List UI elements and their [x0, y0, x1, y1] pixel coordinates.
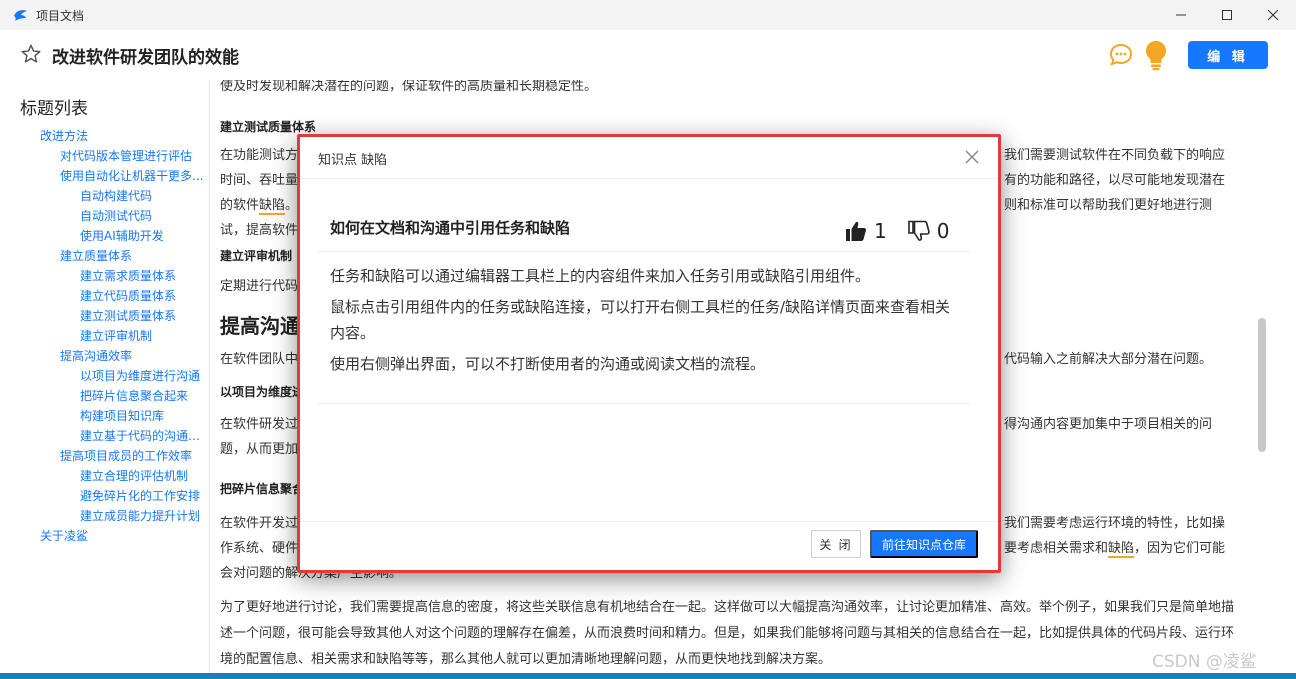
- paragraph-fragment: 试，提高软件: [220, 223, 299, 238]
- defect-highlight[interactable]: 缺陷: [1108, 541, 1135, 558]
- defect-highlight[interactable]: 缺陷: [259, 198, 286, 215]
- paragraph-fragment: 在软件开发过: [220, 516, 299, 531]
- doc-title: 改进软件研发团队的效能: [52, 48, 239, 68]
- dialog-header: 知识点 缺陷: [300, 137, 998, 179]
- article-paragraph: 使用右侧弹出界面，可以不打断使用者的沟通或阅读文档的流程。: [330, 355, 766, 373]
- toc-item[interactable]: 建立成员能力提升计划: [0, 506, 210, 526]
- dialog-title: 知识点 缺陷: [318, 153, 388, 168]
- paragraph: 使及时发现和解决潜在的问题，保证软件的高质量和长期稳定性。: [220, 80, 598, 94]
- article-body: 任务和缺陷可以通过编辑器工具栏上的内容组件来加入任务引用或缺陷引用组件。 鼠标点…: [330, 263, 960, 382]
- thumbs-up-icon[interactable]: [844, 219, 868, 243]
- toc-item[interactable]: 建立代码质量体系: [0, 286, 210, 306]
- window-bottom-edge: [0, 673, 1296, 679]
- close-button[interactable]: 关 闭: [811, 530, 861, 558]
- toc-heading: 标题列表: [20, 99, 88, 119]
- toc-item[interactable]: 建立质量体系: [0, 246, 210, 266]
- dialog-footer: 关 闭 前往知识点仓库: [300, 521, 998, 570]
- toc-item[interactable]: 提高沟通效率: [0, 346, 210, 366]
- window-close-button[interactable]: [1250, 0, 1296, 30]
- toc-item[interactable]: 自动构建代码: [0, 186, 210, 206]
- minimize-button[interactable]: [1158, 0, 1204, 30]
- paragraph-fragment: 我们需要测试软件在不同负载下的响应: [1004, 148, 1226, 163]
- toc-item[interactable]: 避免碎片化的工作安排: [0, 486, 210, 506]
- toc-item[interactable]: 以项目为维度进行沟通: [0, 366, 210, 386]
- toc-item[interactable]: 使用AI辅助开发: [0, 226, 210, 246]
- paragraph-fragment: 要考虑相关需求和缺陷，因为它们可能: [1004, 536, 1225, 562]
- paragraph-fragment: 得沟通内容更加集中于项目相关的问: [1004, 417, 1213, 432]
- article-title: 如何在文档和沟通中引用任务和缺陷: [330, 219, 571, 237]
- goto-knowledge-repo-button[interactable]: 前往知识点仓库: [870, 530, 978, 558]
- vote-controls: 1 0: [844, 219, 969, 243]
- text: ，因为它们可能: [1134, 541, 1226, 556]
- paragraph-fragment: 题，从而更加: [220, 442, 299, 457]
- dislike-count: 0: [936, 219, 950, 243]
- paragraph-fragment: 时间、吞吐量: [220, 173, 299, 188]
- toc-item[interactable]: 把碎片信息聚合起来: [0, 386, 210, 406]
- divider: [318, 403, 970, 404]
- toc-item[interactable]: 关于凌鲨: [0, 526, 210, 546]
- lightbulb-icon[interactable]: [1142, 39, 1170, 71]
- toc-item[interactable]: 建立评审机制: [0, 326, 210, 346]
- edit-button[interactable]: 编 辑: [1188, 41, 1268, 69]
- paragraph-fragment: 在软件团队中: [220, 352, 299, 367]
- paragraph-fragment: 代码输入之前解决大部分潜在问题。: [1004, 352, 1213, 367]
- star-icon[interactable]: [20, 43, 42, 65]
- paragraph-fragment: 我们需要考虑运行环境的特性，比如操: [1004, 516, 1226, 531]
- paragraph: 为了更好地进行讨论，我们需要提高信息的密度，将这些关联信息有机地结合在一起。这样…: [220, 600, 1235, 667]
- toc-item[interactable]: 建立基于代码的沟通机...: [0, 426, 210, 446]
- maximize-icon: [1222, 10, 1232, 20]
- text: 要考虑相关需求和: [1004, 541, 1109, 556]
- close-icon[interactable]: [964, 149, 980, 165]
- toc-item[interactable]: 对代码版本管理进行评估: [0, 146, 210, 166]
- toc-item[interactable]: 建立测试质量体系: [0, 306, 210, 326]
- toc-list: 改进方法 对代码版本管理进行评估 使用自动化让机器干更多... 自动构建代码 自…: [0, 126, 210, 546]
- app-logo-icon: [14, 10, 27, 21]
- article-paragraph: 任务和缺陷可以通过编辑器工具栏上的内容组件来加入任务引用或缺陷引用组件。: [330, 267, 871, 285]
- thumbs-down-icon[interactable]: [907, 219, 931, 243]
- paragraph-fragment: 则和标准可以帮助我们更好地进行测: [1004, 198, 1213, 213]
- knowledge-point-dialog: 知识点 缺陷 如何在文档和沟通中引用任务和缺陷 1 0 任务和缺陷可以通过编辑器…: [300, 137, 998, 570]
- window-controls: [1158, 0, 1296, 30]
- text: 的软件: [220, 198, 260, 213]
- paragraph-fragment: 作系统、硬件: [220, 541, 299, 556]
- window-title: 项目文档: [36, 8, 85, 23]
- toc-item[interactable]: 改进方法: [0, 126, 210, 146]
- content-scrollbar[interactable]: [1258, 318, 1266, 452]
- minimize-icon: [1176, 14, 1186, 16]
- doc-header: 改进软件研发团队的效能 编 辑: [0, 30, 1296, 80]
- watermark: CSDN @凌鲨: [1152, 652, 1257, 672]
- title-bar: 项目文档: [0, 0, 1296, 30]
- paragraph-fragment: 的软件缺陷。: [220, 193, 298, 219]
- toc-item[interactable]: 提高项目成员的工作效率: [0, 446, 210, 466]
- toc-sidebar: 标题列表 改进方法 对代码版本管理进行评估 使用自动化让机器干更多... 自动构…: [0, 80, 210, 679]
- article-paragraph: 鼠标点击引用组件内的任务或缺陷连接，可以打开右侧工具栏的任务/缺陷详情页面来查看…: [330, 298, 951, 342]
- paragraph-fragment: 有的功能和路径，以尽可能地发现潜在: [1004, 173, 1226, 188]
- window-close-icon: [1268, 10, 1278, 20]
- toc-item[interactable]: 建立需求质量体系: [0, 266, 210, 286]
- like-count: 1: [874, 219, 887, 243]
- toc-item[interactable]: 构建项目知识库: [0, 406, 210, 426]
- toc-item[interactable]: 建立合理的评估机制: [0, 466, 210, 486]
- paragraph-fragment: 在功能测试方: [220, 148, 299, 163]
- paragraph-fragment: 在软件研发过: [220, 417, 299, 432]
- toc-item[interactable]: 自动测试代码: [0, 206, 210, 226]
- chat-icon[interactable]: [1108, 42, 1134, 68]
- maximize-button[interactable]: [1204, 0, 1250, 30]
- divider: [318, 251, 970, 252]
- section-heading: 建立测试质量体系: [220, 120, 317, 134]
- toc-item[interactable]: 使用自动化让机器干更多...: [0, 166, 210, 186]
